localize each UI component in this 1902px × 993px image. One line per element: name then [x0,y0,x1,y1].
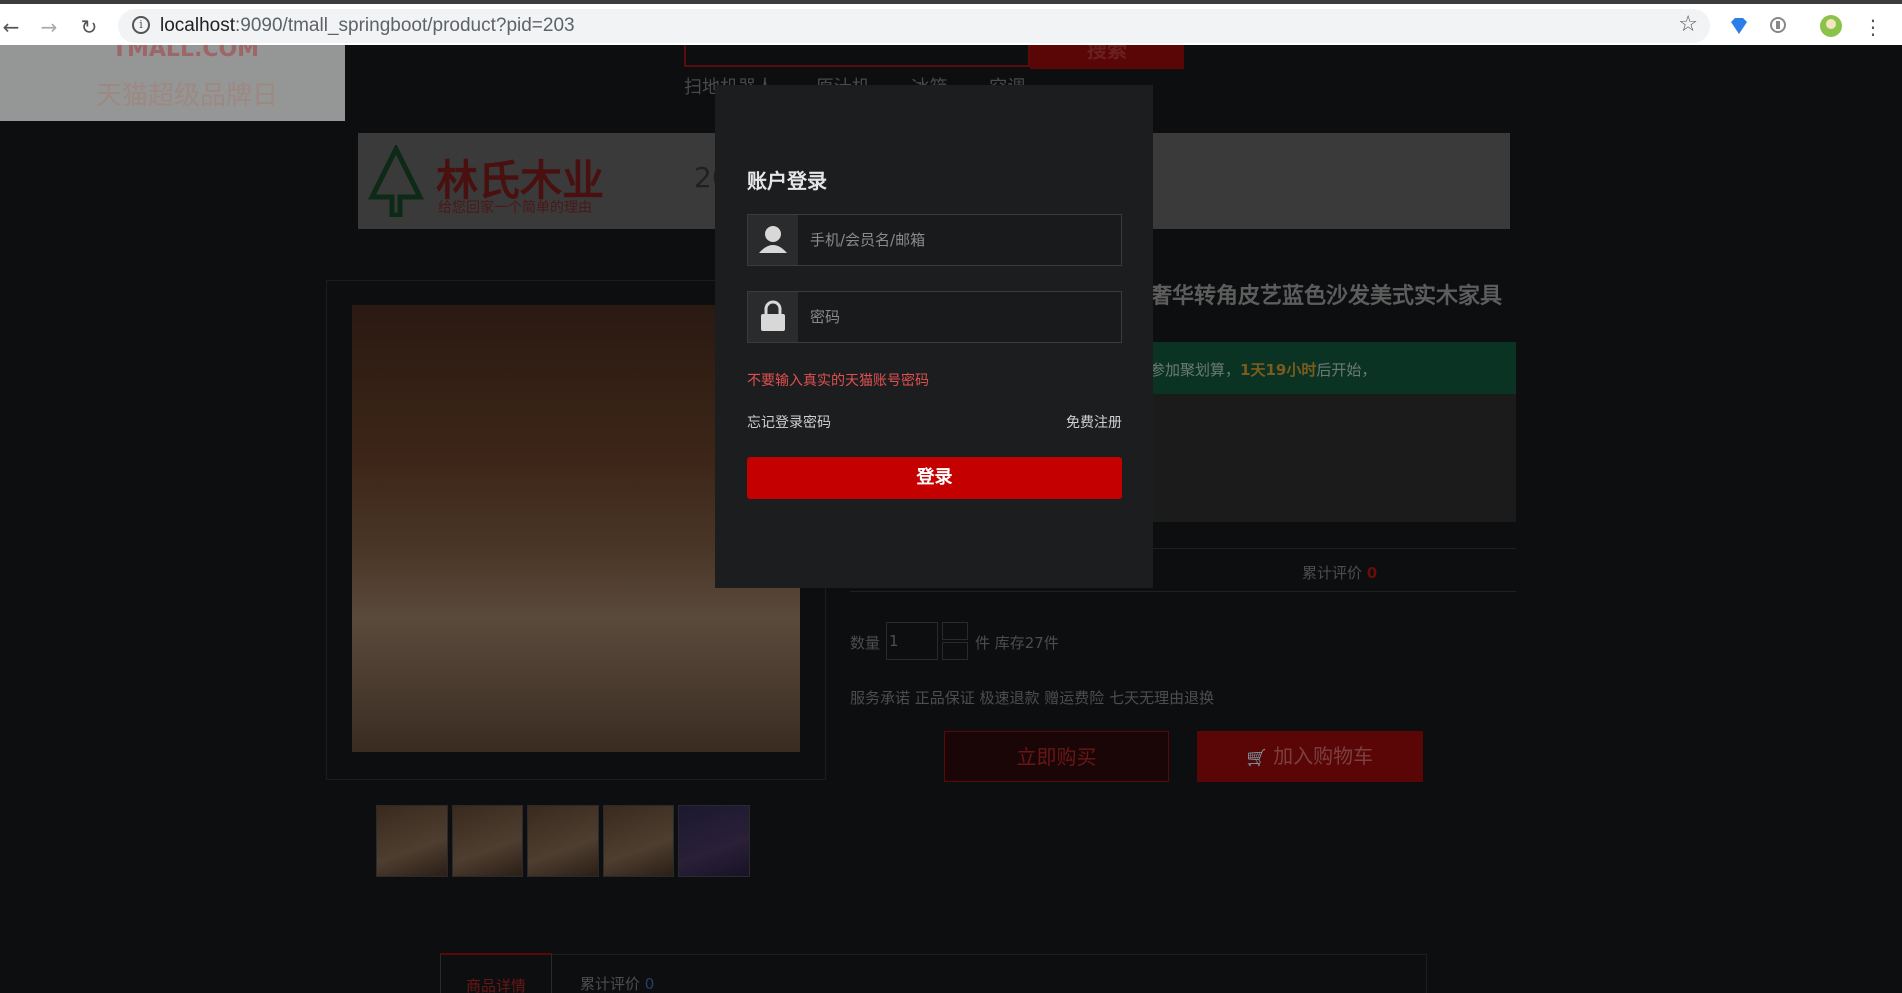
promo-highlight: 1天19小时 [1240,361,1317,379]
warning-text: 不要输入真实的天猫账号密码 [747,373,929,389]
promo-text: 参加聚划算，1天19小时后开始， [1150,359,1376,380]
tab-reviews-count: 0 [644,975,655,993]
password-input[interactable] [798,292,1121,342]
login-button[interactable]: 登录 [747,457,1122,499]
modal-title: 账户登录 [747,169,827,193]
search-input[interactable] [684,45,1030,67]
info-icon[interactable]: i [132,16,150,34]
quantity-label: 数量 [850,634,881,652]
extension-mic-icon[interactable] [1766,14,1790,38]
profile-avatar-icon[interactable] [1819,14,1843,38]
product-thumbnail[interactable] [678,805,750,877]
lock-icon [748,292,798,342]
add-to-cart-button[interactable]: 🛒 加入购物车 [1197,731,1423,782]
tree-logo-icon [367,145,425,217]
banner-slogan: 给您回家一个简单的理由 [438,200,592,216]
extension-diamond-icon[interactable] [1727,14,1751,38]
promo-prefix: 参加聚划算， [1150,361,1241,379]
url-rest: :9090/tmall_springboot/product?pid=203 [235,15,575,36]
menu-dots-icon[interactable]: ⋮ [1862,16,1884,38]
product-thumbnail[interactable] [602,805,675,877]
back-icon[interactable]: ← [0,16,22,38]
tab-details[interactable]: 商品详情 [440,953,552,993]
logo-sub: 天猫超级品牌日 [96,81,279,111]
promo-suffix: 后开始， [1316,361,1377,379]
reload-icon[interactable]: ↻ [78,16,100,38]
forward-icon[interactable]: → [38,16,60,38]
quantity-decrease-button[interactable] [942,642,968,660]
quantity-input[interactable]: 1 [886,622,938,660]
user-icon [748,215,798,265]
review-label: 累计评价 [1302,564,1363,582]
product-thumbnail[interactable] [527,805,599,877]
stock-text: 件 库存27件 [975,634,1059,652]
product-thumbnail[interactable] [376,805,448,877]
url-host: localhost [160,15,235,36]
address-bar[interactable]: i localhost:9090/tmall_springboot/produc… [118,9,1710,43]
thumbnail-strip [376,805,750,877]
product-title: 奢华转角皮艺蓝色沙发美式实木家具 [1150,284,1503,309]
search-button[interactable]: 搜索 [1030,45,1184,69]
password-field[interactable] [747,291,1122,343]
url-text[interactable]: localhost:9090/tmall_springboot/product?… [160,15,575,37]
logo-text: TMALL.COM [112,45,260,62]
product-thumbnail[interactable] [451,805,524,877]
buy-now-button[interactable]: 立即购买 [944,731,1169,782]
bookmark-star-icon[interactable]: ☆ [1678,12,1698,37]
browser-toolbar: ← → ↻ i localhost:9090/tmall_springboot/… [0,0,1902,45]
cart-icon: 🛒 [1246,748,1267,767]
tab-reviews[interactable]: 累计评价 0 [580,973,654,993]
add-to-cart-label: 加入购物车 [1273,744,1374,768]
review-summary: 累计评价 0 [1302,562,1377,583]
quantity-increase-button[interactable] [942,622,968,640]
review-count: 0 [1366,564,1378,582]
register-link[interactable]: 免费注册 [1066,412,1122,432]
forgot-password-link[interactable]: 忘记登录密码 [747,412,831,432]
service-promise: 服务承诺 正品保证 极速退款 赠运费险 七天无理由退换 [850,689,1215,707]
tab-reviews-label: 累计评价 [580,975,641,993]
username-input[interactable] [798,215,1121,265]
login-modal: 账户登录 不要输入真实的天猫账号密码 忘记登录密码 免费注册 登录 [715,85,1153,588]
username-field[interactable] [747,214,1122,266]
site-logo[interactable]: TMALL.COM 天猫超级品牌日 [0,45,345,121]
